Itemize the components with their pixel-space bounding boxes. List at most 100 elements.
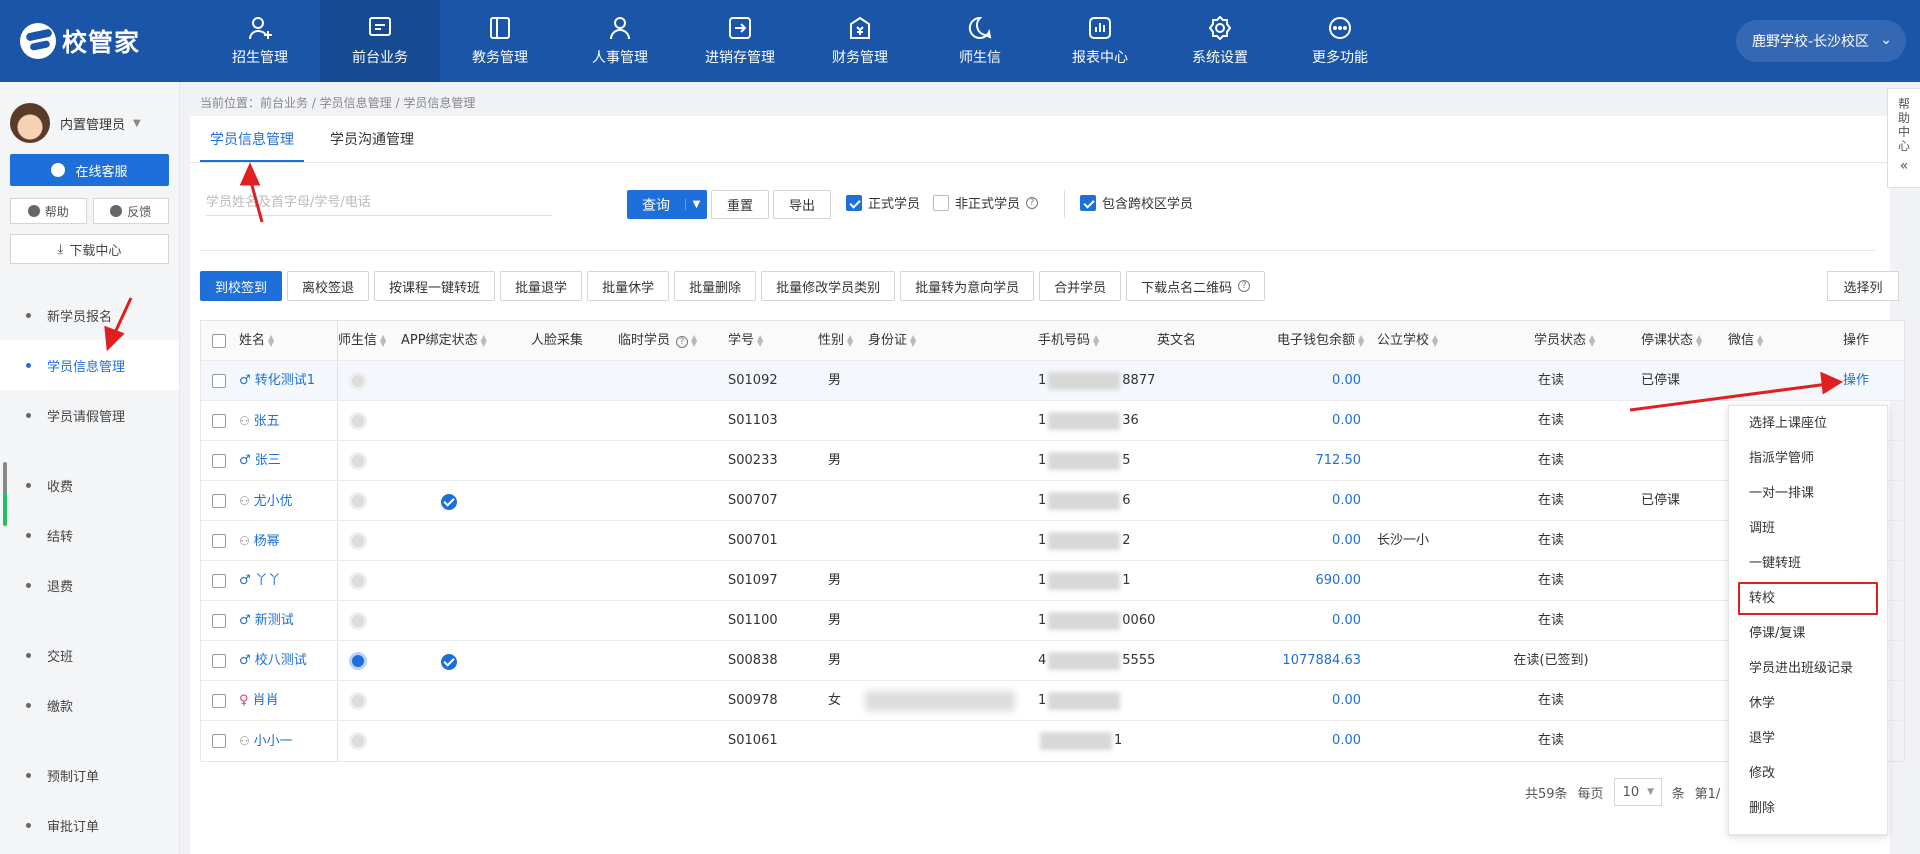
row-checkbox[interactable]: [212, 374, 226, 388]
wallet-balance[interactable]: 1077884.63: [1221, 641, 1361, 681]
table-row[interactable]: ⚇ 尤小优 S00707 1 6 0.00 在读 已停课: [201, 481, 1904, 521]
sidebar-item-9[interactable]: 审批订单: [0, 800, 179, 850]
op-menu-item-6[interactable]: 停课/复课: [1729, 616, 1887, 651]
row-checkbox[interactable]: [212, 694, 226, 708]
action-button-7[interactable]: 批量转为意向学员: [900, 271, 1035, 301]
question-icon[interactable]: ?: [1238, 280, 1251, 292]
help-button[interactable]: 帮助: [10, 198, 87, 224]
table-row[interactable]: ♂ 张三 S00233 男 1 5 712.50 在读: [201, 441, 1904, 481]
header-school[interactable]: 公立学校 ▲ ▼: [1377, 321, 1438, 361]
op-menu-item-2[interactable]: 一对一排课: [1729, 476, 1887, 511]
chevron-down-icon[interactable]: ▼: [685, 199, 707, 210]
select-columns-button[interactable]: 选择列: [1827, 271, 1899, 301]
action-button-0[interactable]: 到校签到: [200, 271, 283, 301]
action-button-5[interactable]: 批量删除: [674, 271, 757, 301]
student-name[interactable]: ♂ 校八测试: [239, 641, 307, 681]
row-checkbox[interactable]: [212, 614, 226, 628]
table-row[interactable]: ♂ 校八测试 S00838 男 4 5555 1077884.63 在读(已签到): [201, 641, 1904, 681]
tab-student-info[interactable]: 学员信息管理: [200, 120, 304, 162]
help-center-tab[interactable]: 帮助中心 «: [1887, 88, 1920, 188]
download-center-button[interactable]: ⤓ 下载中心: [10, 234, 169, 264]
op-menu-item-8[interactable]: 休学: [1729, 686, 1887, 721]
row-checkbox[interactable]: [212, 654, 226, 668]
header-name[interactable]: 姓名 ▲ ▼: [239, 321, 274, 361]
header-no[interactable]: 学号 ▲ ▼: [728, 321, 763, 361]
nav-item-2[interactable]: 教务管理: [440, 0, 560, 82]
header-wallet[interactable]: 电子钱包余额 ▲ ▼: [1277, 321, 1364, 361]
row-checkbox[interactable]: [212, 494, 226, 508]
nav-item-4[interactable]: 进销存管理: [680, 0, 800, 82]
action-button-8[interactable]: 合并学员: [1039, 271, 1122, 301]
select-all-checkbox[interactable]: [212, 334, 226, 348]
student-name[interactable]: ⚇ 小小一: [239, 721, 293, 761]
sidebar-item-7[interactable]: 缴款: [0, 680, 179, 730]
page-size-select[interactable]: 10 ▼: [1613, 778, 1662, 806]
row-checkbox[interactable]: [212, 454, 226, 468]
table-row[interactable]: ♂ 丫丫 S01097 男 1 1 690.00 在读: [201, 561, 1904, 601]
nav-item-0[interactable]: 招生管理: [200, 0, 320, 82]
export-button[interactable]: 导出: [773, 190, 831, 219]
reset-button[interactable]: 重置: [711, 190, 769, 219]
table-row[interactable]: ⚇ 杨幂 S00701 1 2 0.00 长沙一小 在读: [201, 521, 1904, 561]
nav-item-5[interactable]: 财务管理: [800, 0, 920, 82]
online-service-button[interactable]: 在线客服: [10, 154, 169, 186]
student-name[interactable]: ⚇ 张五: [239, 401, 280, 441]
table-row[interactable]: ⚇ 张五 S01103 1 36 0.00 在读: [201, 401, 1904, 441]
op-menu-item-5[interactable]: 转校: [1737, 581, 1879, 616]
tab-student-communication[interactable]: 学员沟通管理: [320, 120, 424, 162]
action-button-4[interactable]: 批量休学: [587, 271, 670, 301]
sidebar-item-5[interactable]: 退费: [0, 560, 179, 610]
wallet-balance[interactable]: 712.50: [1221, 441, 1362, 481]
nav-item-1[interactable]: 前台业务: [320, 0, 440, 82]
wallet-balance[interactable]: 0.00: [1221, 601, 1361, 641]
student-name[interactable]: ♂ 转化测试1: [239, 361, 315, 401]
header-stop[interactable]: 停课状态 ▲ ▼: [1641, 321, 1702, 361]
sidebar-item-6[interactable]: 交班: [0, 630, 179, 680]
action-button-1[interactable]: 离校签退: [287, 271, 370, 301]
wallet-balance[interactable]: 0.00: [1221, 521, 1361, 561]
nav-item-9[interactable]: 更多功能: [1280, 0, 1400, 82]
table-row[interactable]: ⚇ 小小一 S01061 1 0.00 在读: [201, 721, 1904, 761]
header-sex[interactable]: 性别 ▲ ▼: [818, 321, 853, 361]
collapse-icon[interactable]: «: [1900, 159, 1909, 173]
table-row[interactable]: ♂ 转化测试1 S01092 男 1 8877 0.00 在读 已停课 操作: [201, 361, 1904, 401]
sidebar-item-3[interactable]: 收费: [0, 460, 179, 510]
wallet-balance[interactable]: 0.00: [1221, 481, 1361, 521]
action-button-6[interactable]: 批量修改学员类别: [761, 271, 896, 301]
student-name[interactable]: ♀ 肖肖: [239, 681, 279, 721]
query-button[interactable]: 查询 ▼: [627, 190, 707, 219]
action-button-3[interactable]: 批量退学: [500, 271, 583, 301]
nav-item-6[interactable]: 师生信: [920, 0, 1040, 82]
nav-item-7[interactable]: 报表中心: [1040, 0, 1160, 82]
student-name[interactable]: ⚇ 杨幂: [239, 521, 280, 561]
op-menu-item-10[interactable]: 修改: [1729, 756, 1887, 791]
wallet-balance[interactable]: 0.00: [1221, 401, 1361, 441]
row-checkbox[interactable]: [212, 734, 226, 748]
student-name[interactable]: ♂ 新测试: [239, 601, 294, 641]
header-phone[interactable]: 手机号码 ▲ ▼: [1038, 321, 1099, 361]
cross-campus-checkbox[interactable]: 包含跨校区学员: [1080, 193, 1193, 212]
student-name[interactable]: ♂ 张三: [239, 441, 281, 481]
action-button-9[interactable]: 下载点名二维码?: [1126, 271, 1266, 301]
header-wechat[interactable]: 微信 ▲ ▼: [1728, 321, 1763, 361]
wallet-balance[interactable]: 690.00: [1221, 561, 1362, 601]
operation-link[interactable]: 操作: [1843, 361, 1869, 401]
header-idcard[interactable]: 身份证 ▲ ▼: [868, 321, 916, 361]
user-menu[interactable]: 内置管理员 ▼: [0, 82, 179, 144]
wallet-balance[interactable]: 0.00: [1221, 361, 1361, 401]
action-button-2[interactable]: 按课程一键转班: [374, 271, 496, 301]
op-menu-item-0[interactable]: 选择上课座位: [1729, 406, 1887, 441]
op-menu-item-1[interactable]: 指派学管师: [1729, 441, 1887, 476]
nav-item-8[interactable]: 系统设置: [1160, 0, 1280, 82]
school-select[interactable]: 鹿野学校-长沙校区 ⌄: [1736, 20, 1906, 62]
op-menu-item-11[interactable]: 删除: [1729, 791, 1887, 826]
question-icon[interactable]: ?: [1026, 196, 1039, 209]
op-menu-item-4[interactable]: 一键转班: [1729, 546, 1887, 581]
feedback-button[interactable]: 反馈: [92, 198, 169, 224]
app-logo[interactable]: 校管家: [0, 0, 200, 82]
row-checkbox[interactable]: [212, 534, 226, 548]
row-checkbox[interactable]: [212, 574, 226, 588]
header-status[interactable]: 学员状态 ▲ ▼: [1534, 321, 1595, 361]
table-row[interactable]: ♀ 肖肖 S00978 女 1 0.00 在读: [201, 681, 1904, 721]
nav-item-3[interactable]: 人事管理: [560, 0, 680, 82]
